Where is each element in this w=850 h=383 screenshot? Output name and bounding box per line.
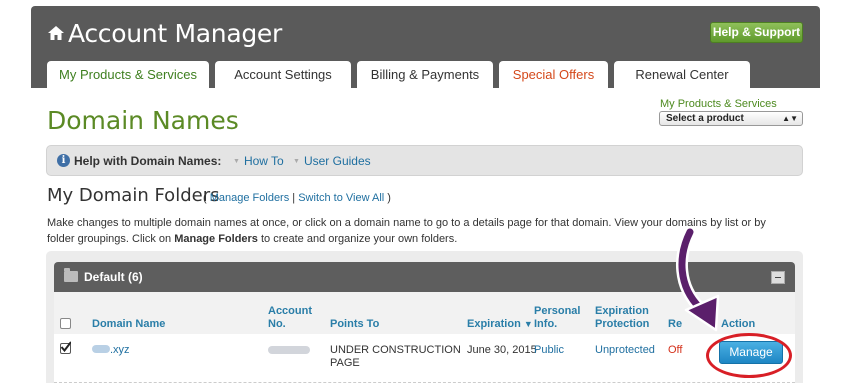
folder-name: Default (6) [84,270,143,284]
product-selector-label[interactable]: My Products & Services [660,98,777,110]
collapse-icon[interactable] [771,271,785,284]
tab-renewal-center[interactable]: Renewal Center [614,61,750,88]
dropdown-triangle-icon: ▼ [293,158,300,165]
personal-info-link[interactable]: Public [534,344,564,357]
folders-links-close-paren: ) [387,192,391,204]
account-number [268,345,310,358]
folders-title: My Domain Folders [47,185,220,206]
sort-desc-icon: ▼ [523,319,533,329]
expiration-protection-link[interactable]: Unprotected [595,344,655,357]
points-to-line1: UNDER CONSTRUCTION [330,344,461,356]
col-protection-line2: Protection [595,318,650,330]
help-bar: i Help with Domain Names: ▼ How To ▼ User … [46,145,803,176]
folder-icon [64,268,78,282]
switch-to-view-all-link[interactable]: Switch to View All [298,192,384,204]
account-manager-header: Account Manager Help & Support My Produc… [31,6,820,88]
col-expiration[interactable]: Expiration ▼ [467,318,533,331]
how-to-link[interactable]: ▼ How To [233,154,284,168]
col-personal-info[interactable]: Personal Info. [534,305,580,331]
domain-suffix: .xyz [110,344,130,356]
col-account-no[interactable]: Account No. [268,305,312,331]
col-protection-line1: Expiration [595,305,649,317]
points-to-value: UNDER CONSTRUCTION PAGE [330,344,461,370]
description-bold: Manage Folders [174,233,258,245]
help-support-button[interactable]: Help & Support [710,22,803,43]
home-icon[interactable] [47,24,65,42]
col-personal-line2: Info. [534,318,558,330]
user-guides-link-label: User Guides [303,154,371,168]
description-text-end: to create and organize your own folders. [257,233,458,245]
checkmark-icon [60,341,71,352]
row-checkbox[interactable] [60,341,71,354]
redacted-account-no [268,346,310,354]
user-guides-link[interactable]: ▼ User Guides [293,154,371,168]
points-to-line2: PAGE [330,357,360,369]
folders-links-separator: | [292,192,296,204]
product-select[interactable]: Select a product ▲▼ [659,111,803,126]
select-all-checkbox[interactable] [60,318,71,329]
folders-links: ( Manage Folders | Switch to View All ) [203,192,391,204]
auto-renew-status[interactable]: Off [668,344,682,357]
col-personal-line1: Personal [534,305,581,317]
tab-account-settings[interactable]: Account Settings [215,61,351,88]
app-title: Account Manager [68,19,282,48]
tab-billing-payments[interactable]: Billing & Payments [357,61,493,88]
select-arrows-icon: ▲▼ [782,114,798,123]
col-expiration-protection[interactable]: Expiration Protection [595,305,649,331]
help-bar-label: Help with Domain Names: [74,154,222,168]
col-points-to[interactable]: Points To [330,318,379,331]
info-icon: i [57,154,70,167]
tab-special-offers[interactable]: Special Offers [499,61,608,88]
col-account-line2: No. [268,318,286,330]
annotation-arrow-icon [676,226,720,332]
page-title: Domain Names [47,106,239,135]
folders-links-open-paren: ( [203,192,207,204]
col-domain-name[interactable]: Domain Name [92,318,165,331]
tab-my-products[interactable]: My Products & Services [47,61,209,88]
how-to-link-label: How To [243,154,284,168]
expiration-date: June 30, 2015 [467,344,537,356]
redacted-domain [92,345,110,353]
dropdown-triangle-icon: ▼ [233,158,240,165]
domain-name-link[interactable]: .xyz [92,344,130,357]
annotation-circle [706,333,792,378]
col-expiration-label: Expiration [467,318,521,330]
manage-folders-link[interactable]: Manage Folders [210,192,290,204]
product-select-value: Select a product [666,113,744,124]
table-row: .xyz UNDER CONSTRUCTION PAGE June 30, 201… [54,334,795,383]
col-account-line1: Account [268,305,312,317]
